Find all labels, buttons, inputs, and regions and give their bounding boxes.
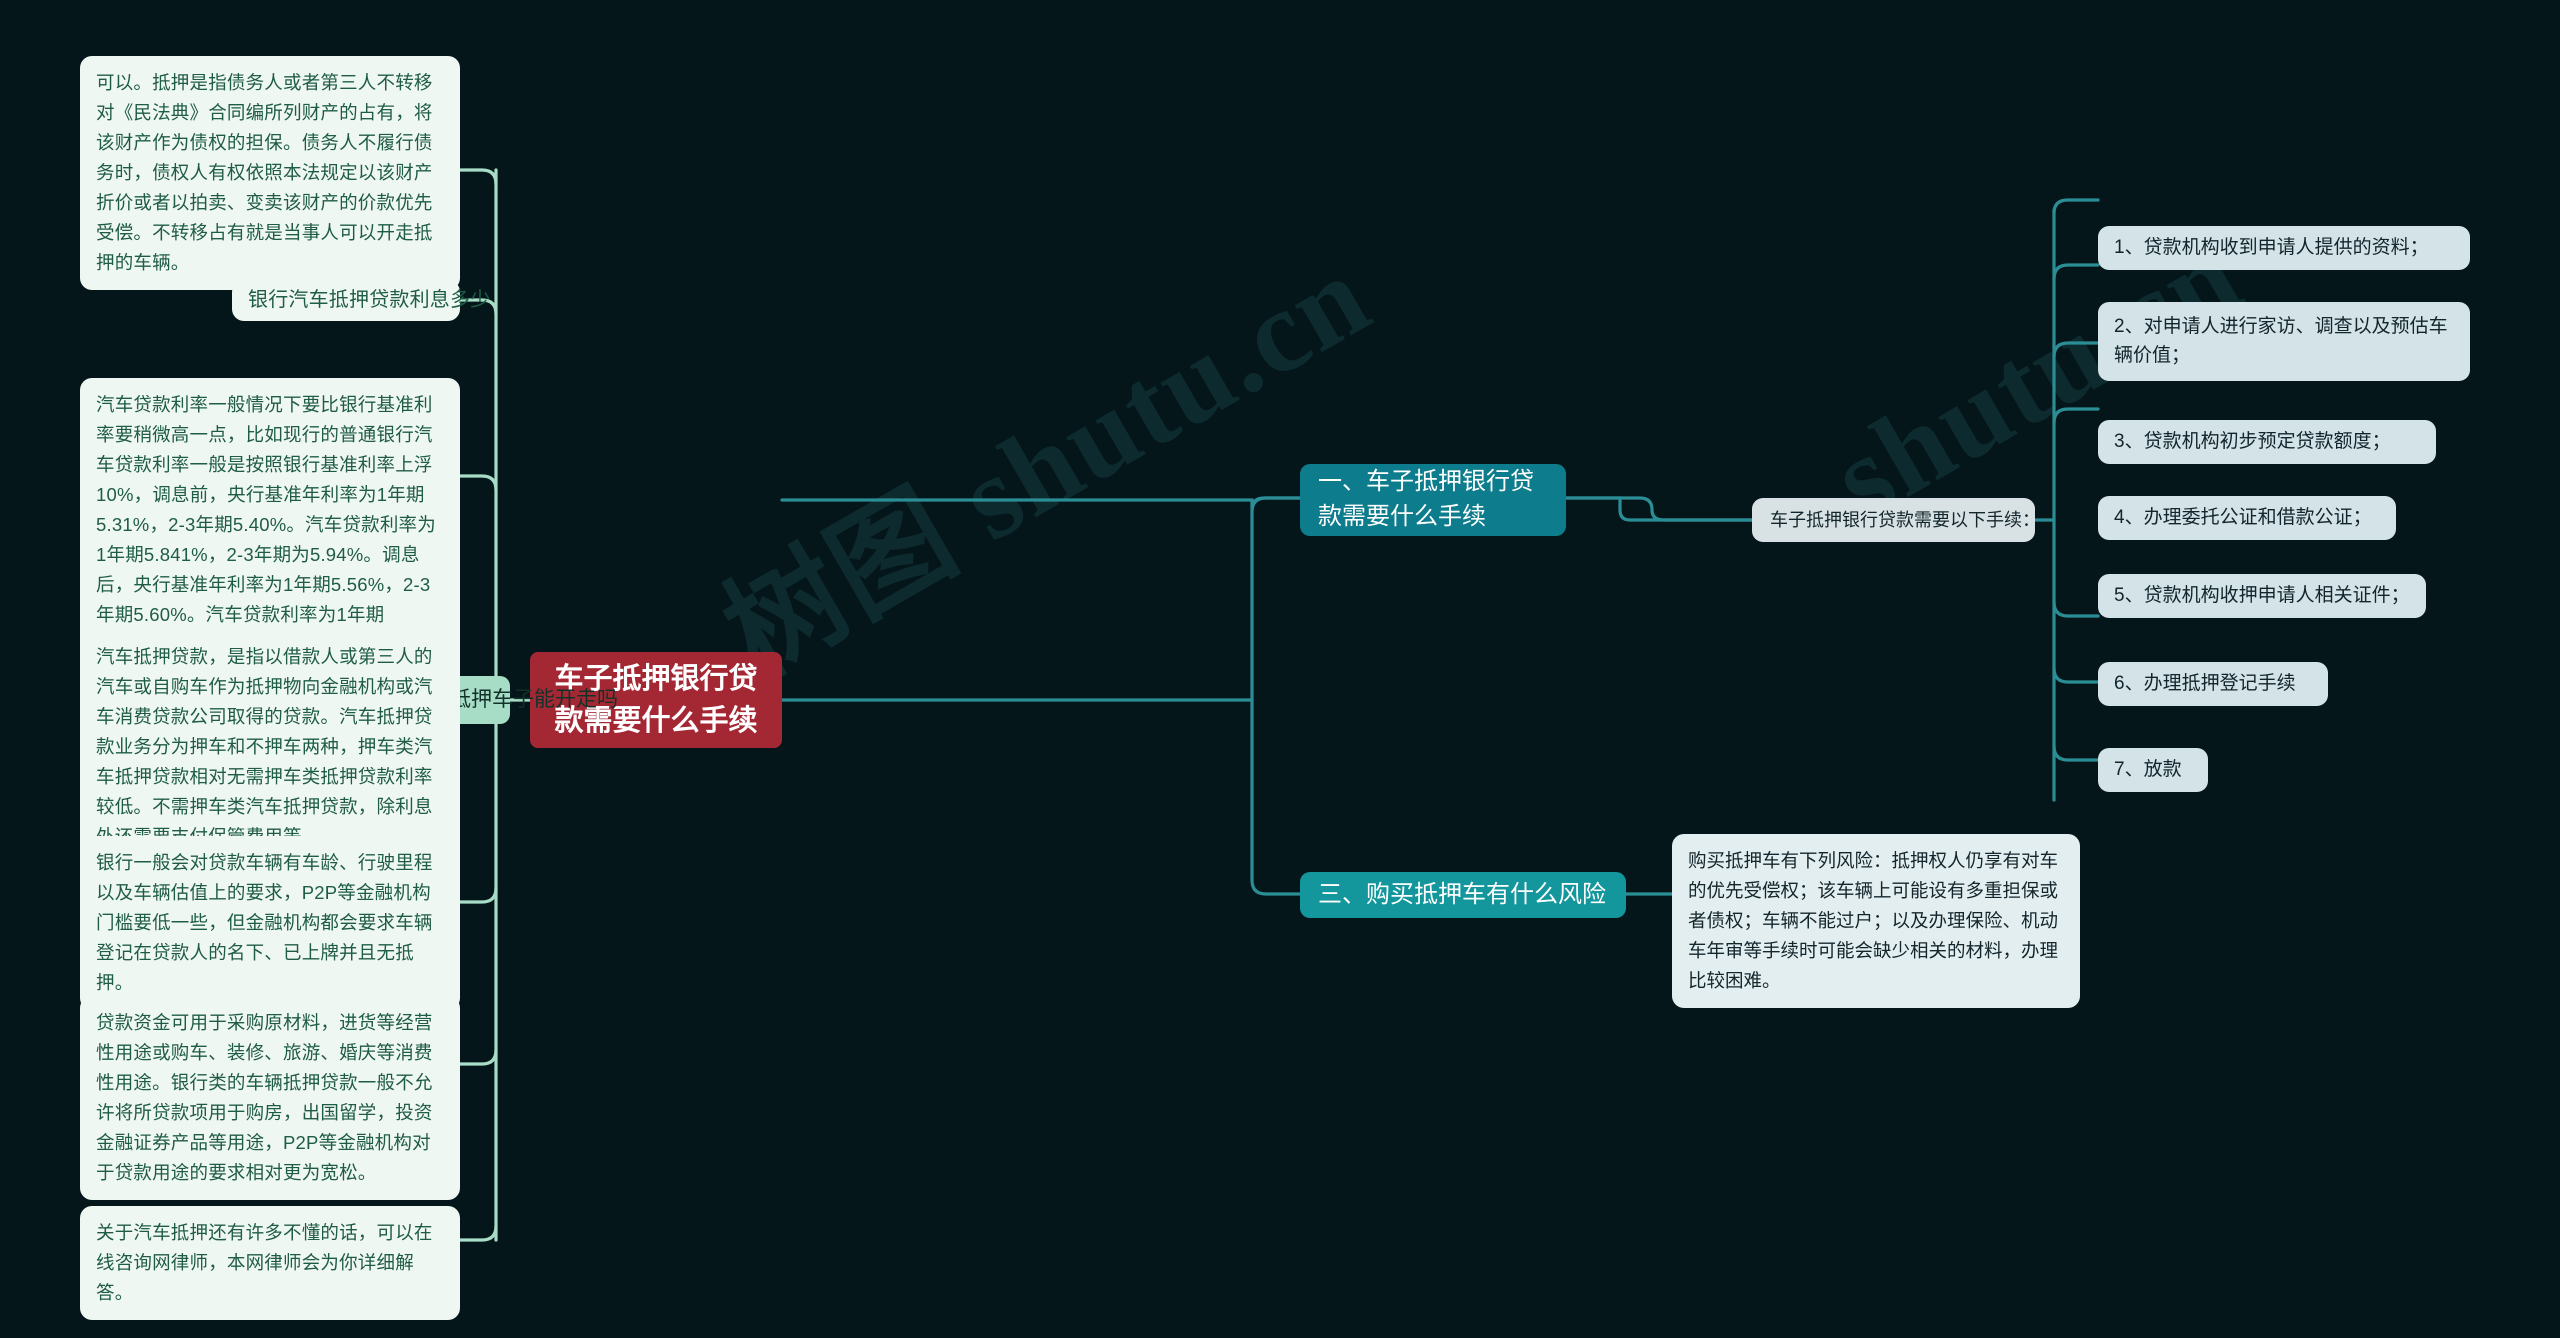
leaf-item-3[interactable]: 汽车抵押贷款，是指以借款人或第三人的汽车或自购车作为抵押物向金融机构或汽车消费贷… [80, 630, 460, 864]
leaf-text: 贷款资金可用于采购原材料，进货等经营性用途或购车、装修、旅游、婚庆等消费性用途。… [96, 1012, 433, 1183]
intro-text: 车子抵押银行贷款需要以下手续： [1770, 509, 2040, 530]
leaf-item-5[interactable]: 贷款资金可用于采购原材料，进货等经营性用途或购车、装修、旅游、婚庆等消费性用途。… [80, 996, 460, 1200]
step-text: 2、对申请人进行家访、调查以及预估车辆价值； [2114, 316, 2448, 367]
step-item-4[interactable]: 4、办理委托公证和借款公证； [2098, 496, 2396, 540]
branch-three-detail[interactable]: 购买抵押车有下列风险：抵押权人仍享有对车的优先受偿权；该车辆上可能设有多重担保或… [1672, 834, 2080, 1008]
step-item-7[interactable]: 7、放款 [2098, 748, 2208, 792]
watermark-left: 树图 shutu.cn [704, 229, 1391, 702]
branch-one-node[interactable]: 一、车子抵押银行贷款需要什么手续 [1300, 464, 1566, 536]
step-item-2[interactable]: 2、对申请人进行家访、调查以及预估车辆价值； [2098, 302, 2470, 381]
branch-one-intro[interactable]: 车子抵押银行贷款需要以下手续： [1752, 498, 2040, 542]
step-text: 3、贷款机构初步预定贷款额度； [2114, 431, 2391, 453]
leaf-text: 汽车贷款利率一般情况下要比银行基准利率要稍微高一点，比如现行的普通银行汽车贷款利… [96, 394, 436, 655]
leaf-text: 关于汽车抵押还有许多不懂的话，可以在线咨询网律师，本网律师会为你详细解答。 [96, 1222, 433, 1303]
leaf-item-1[interactable]: 银行汽车抵押贷款利息多少 [232, 280, 490, 321]
branch-three-label: 三、购买抵押车有什么风险 [1318, 881, 1606, 908]
step-text: 6、办理抵押登记手续 [2114, 673, 2296, 695]
leaf-item-6[interactable]: 关于汽车抵押还有许多不懂的话，可以在线咨询网律师，本网律师会为你详细解答。 [80, 1206, 460, 1320]
step-item-3[interactable]: 3、贷款机构初步预定贷款额度； [2098, 420, 2436, 464]
leaf-text: 可以。抵押是指债务人或者第三人不转移对《民法典》合同编所列财产的占有，将该财产作… [96, 72, 433, 273]
branch-three-node[interactable]: 三、购买抵押车有什么风险 [1300, 872, 1626, 918]
step-text: 4、办理委托公证和借款公证； [2114, 507, 2372, 529]
leaf-item-0[interactable]: 可以。抵押是指债务人或者第三人不转移对《民法典》合同编所列财产的占有，将该财产作… [80, 56, 460, 290]
leaf-text: 汽车抵押贷款，是指以借款人或第三人的汽车或自购车作为抵押物向金融机构或汽车消费贷… [96, 646, 433, 847]
leaf-item-2[interactable]: 汽车贷款利率一般情况下要比银行基准利率要稍微高一点，比如现行的普通银行汽车贷款利… [80, 378, 460, 672]
leaf-text: 银行一般会对贷款车辆有车龄、行驶里程以及车辆估值上的要求，P2P等金融机构门槛要… [96, 852, 433, 993]
leaf-text: 银行汽车抵押贷款利息多少 [248, 289, 491, 312]
step-text: 5、贷款机构收押申请人相关证件； [2114, 585, 2410, 607]
leaf-item-4[interactable]: 银行一般会对贷款车辆有车龄、行驶里程以及车辆估值上的要求，P2P等金融机构门槛要… [80, 836, 460, 1010]
branch-one-label: 一、车子抵押银行贷款需要什么手续 [1318, 468, 1534, 530]
detail-text: 购买抵押车有下列风险：抵押权人仍享有对车的优先受偿权；该车辆上可能设有多重担保或… [1688, 850, 2059, 991]
step-item-1[interactable]: 1、贷款机构收到申请人提供的资料； [2098, 226, 2470, 270]
step-item-6[interactable]: 6、办理抵押登记手续 [2098, 662, 2328, 706]
step-item-5[interactable]: 5、贷款机构收押申请人相关证件； [2098, 574, 2426, 618]
step-text: 1、贷款机构收到申请人提供的资料； [2114, 237, 2429, 259]
step-text: 7、放款 [2114, 759, 2182, 781]
mindmap-canvas: 树图 shutu.cn shutu.cn 车子抵押银行贷款需要什么手续 二、汽车… [0, 0, 2560, 1338]
